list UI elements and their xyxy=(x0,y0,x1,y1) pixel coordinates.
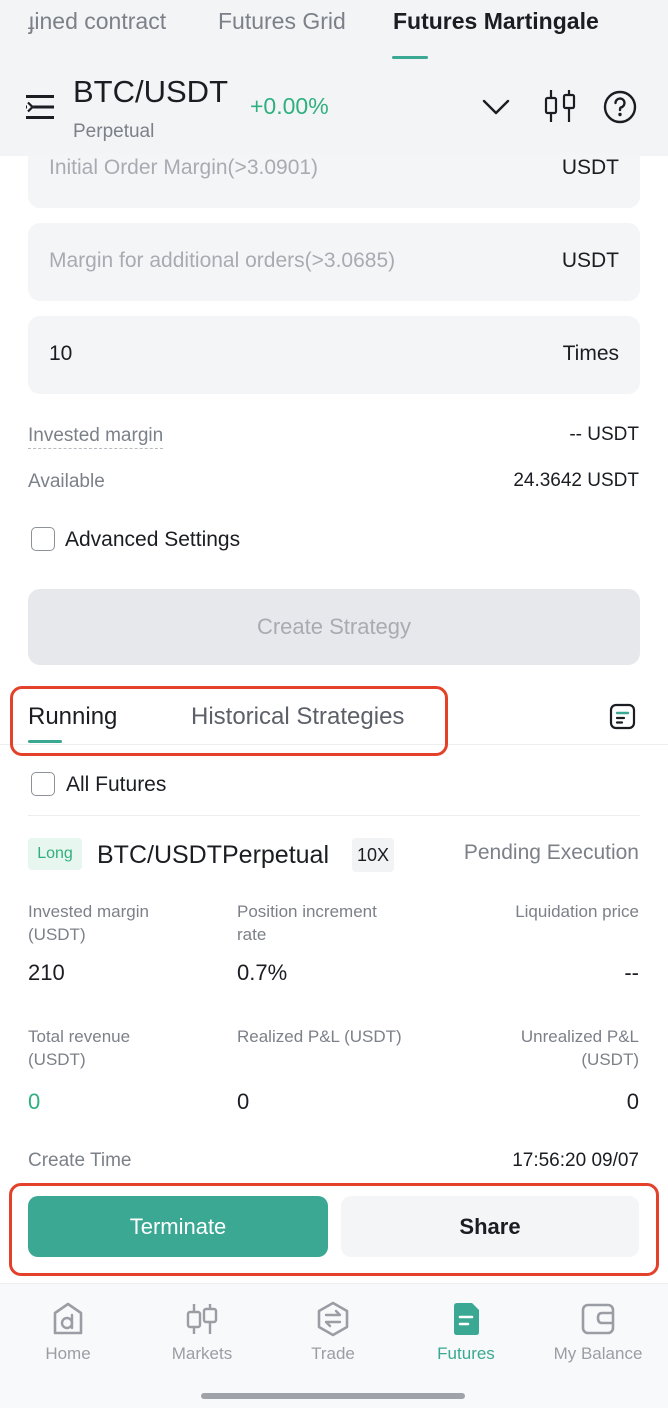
additional-margin-unit: USDT xyxy=(561,249,619,272)
invested-margin-stat-value: 210 xyxy=(28,960,65,985)
nav-futures[interactable]: Futures xyxy=(406,1300,526,1364)
nav-home[interactable]: Home xyxy=(8,1300,128,1364)
wallet-icon xyxy=(581,1303,615,1335)
all-futures-label[interactable]: All Futures xyxy=(66,773,166,797)
nav-futures-label: Futures xyxy=(437,1344,495,1363)
create-time-label: Create Time xyxy=(28,1150,132,1171)
nav-markets-label: Markets xyxy=(171,1344,233,1363)
advanced-settings-checkbox[interactable] xyxy=(31,527,55,551)
position-increment-value: 0.7% xyxy=(237,960,288,985)
nav-trade-label: Trade xyxy=(311,1344,355,1363)
nav-trade[interactable]: Trade xyxy=(273,1300,393,1364)
nav-markets[interactable]: Markets xyxy=(142,1300,262,1364)
all-futures-checkbox[interactable] xyxy=(31,772,55,796)
card-pair[interactable]: BTC/USDTPerpetual xyxy=(97,841,329,870)
chevron-down-icon[interactable] xyxy=(481,97,511,117)
futures-icon xyxy=(454,1303,479,1335)
leverage-badge: 10X xyxy=(352,838,394,872)
invested-margin-value: -- USDT xyxy=(569,424,639,445)
side-badge: Long xyxy=(28,838,82,870)
position-increment-label: Position increment rate xyxy=(237,900,377,946)
nav-home-label: Home xyxy=(45,1344,91,1363)
trade-icon xyxy=(317,1301,349,1337)
contract-type: Perpetual xyxy=(73,121,155,142)
status-badge: Pending Execution xyxy=(463,841,639,864)
additional-margin-placeholder: Margin for additional orders(>3.0685) xyxy=(49,249,396,272)
tab-combined-contract[interactable]: ɟined contract xyxy=(28,8,166,35)
filter-divider xyxy=(28,815,640,816)
pair-title[interactable]: BTC/USDT xyxy=(73,74,228,110)
invested-margin-stat-label: Invested margin (USDT) xyxy=(28,900,149,946)
highlight-box-actions xyxy=(9,1183,659,1276)
unrealized-pnl-label: Unrealized P&L (USDT) xyxy=(521,1025,639,1071)
liquidation-price-label: Liquidation price xyxy=(515,902,639,921)
times-value: 10 xyxy=(49,342,73,365)
invested-margin-stat-label-line2: (USDT) xyxy=(28,925,86,944)
advanced-settings-label[interactable]: Advanced Settings xyxy=(65,528,240,552)
create-strategy-button[interactable]: Create Strategy xyxy=(28,589,640,665)
menu-icon[interactable] xyxy=(26,94,56,120)
candlestick-icon[interactable] xyxy=(542,88,578,124)
times-input[interactable]: 10 Times xyxy=(28,316,640,394)
unrealized-pnl-label-line2: (USDT) xyxy=(581,1050,639,1069)
total-revenue-label-line1: Total revenue xyxy=(28,1027,131,1046)
realized-pnl-value: 0 xyxy=(237,1089,250,1114)
help-icon[interactable] xyxy=(603,90,637,124)
total-revenue-value: 0 xyxy=(28,1089,41,1114)
price-change: +0.00% xyxy=(250,93,329,119)
markets-icon xyxy=(186,1304,218,1334)
initial-margin-unit: USDT xyxy=(561,156,619,179)
additional-margin-input[interactable]: Margin for additional orders(>3.0685) US… xyxy=(28,223,640,301)
header-overlay: BTC/USDT +0.00% Perpetual xyxy=(0,64,668,156)
realized-pnl-label: Realized P&L (USDT) xyxy=(237,1027,402,1046)
total-revenue-label-line2: (USDT) xyxy=(28,1050,86,1069)
tab-futures-martingale[interactable]: Futures Martingale xyxy=(393,8,599,35)
invested-margin-stat-label-line1: Invested margin xyxy=(28,902,149,921)
highlight-box-tabs xyxy=(10,686,448,756)
position-increment-label-line2: rate xyxy=(237,925,267,944)
order-list-icon[interactable] xyxy=(609,703,636,730)
unrealized-pnl-value: 0 xyxy=(626,1089,639,1114)
bottom-nav: Home Markets Trade Futures My Balance xyxy=(0,1283,668,1408)
initial-margin-placeholder: Initial Order Margin(>3.0901) xyxy=(49,156,319,179)
nav-my-balance[interactable]: My Balance xyxy=(538,1300,658,1364)
top-tab-bar: ɟined contract Futures Grid Futures Mart… xyxy=(0,0,668,64)
initial-margin-input-visible[interactable]: Initial Order Margin(>3.0901) USDT xyxy=(28,154,640,208)
active-tab-indicator xyxy=(392,56,428,59)
home-icon xyxy=(53,1302,83,1335)
liquidation-price-value: -- xyxy=(624,960,639,985)
available-value: 24.3642 USDT xyxy=(513,470,639,491)
create-time-value: 17:56:20 09/07 xyxy=(512,1150,639,1171)
nav-my-balance-label: My Balance xyxy=(553,1344,643,1363)
unrealized-pnl-label-line1: Unrealized P&L xyxy=(520,1027,639,1046)
home-indicator[interactable] xyxy=(201,1393,465,1399)
tab-futures-grid[interactable]: Futures Grid xyxy=(218,8,346,35)
times-unit: Times xyxy=(562,342,619,365)
total-revenue-label: Total revenue (USDT) xyxy=(28,1025,130,1071)
available-label: Available xyxy=(28,471,105,492)
position-increment-label-line1: Position increment xyxy=(237,902,377,921)
invested-margin-label[interactable]: Invested margin xyxy=(28,425,164,449)
